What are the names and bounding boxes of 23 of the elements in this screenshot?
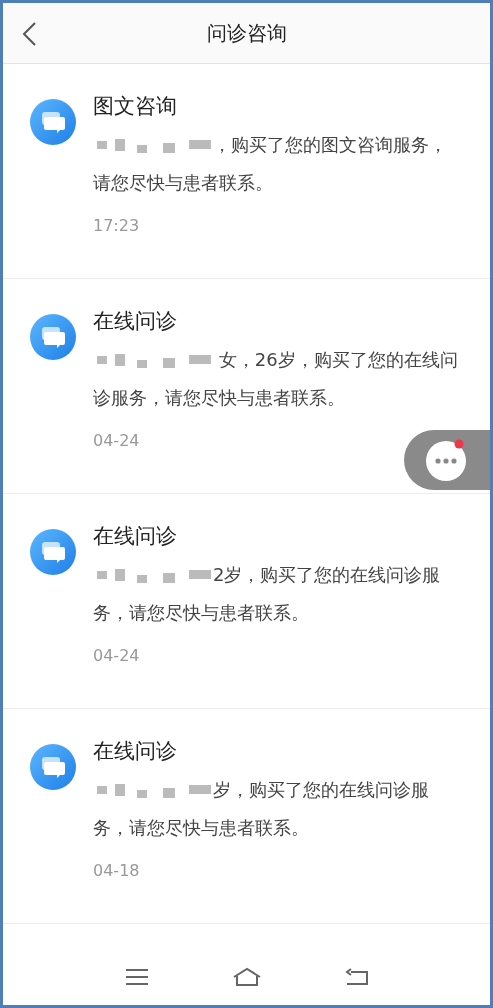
chat-icon xyxy=(29,313,77,361)
return-icon[interactable] xyxy=(344,968,369,986)
message-text: 岁，购买了您的在线问诊服务，请您尽快与患者联系。 xyxy=(93,778,430,840)
message-time: 17:23 xyxy=(93,216,141,235)
message-time: 04-18 xyxy=(93,861,141,880)
consult-type: 在线问诊 xyxy=(93,308,178,335)
menu-icon[interactable] xyxy=(124,968,149,986)
message-text: 女，26岁，购买了您的在线问诊服务，请您尽快与患者联系。 xyxy=(93,348,459,410)
message-text: ，购买了您的图文咨询服务，请您尽快与患者联系。 xyxy=(93,133,448,195)
chat-icon xyxy=(29,98,77,146)
back-icon[interactable] xyxy=(21,21,37,47)
message-time: 04-24 xyxy=(93,431,141,450)
consult-type: 图文咨询 xyxy=(93,93,178,120)
home-icon[interactable] xyxy=(231,967,262,987)
consult-type: 在线问诊 xyxy=(93,738,178,765)
chat-bubble-button[interactable] xyxy=(404,430,490,490)
message-text: 2岁，购买了您的在线问诊服务，请您尽快与患者联系。 xyxy=(93,563,442,625)
chat-icon xyxy=(29,528,77,576)
chat-dots-icon xyxy=(426,441,466,481)
chat-icon xyxy=(29,743,77,791)
message-time: 04-24 xyxy=(93,646,141,665)
consult-type: 在线问诊 xyxy=(93,523,178,550)
page-title: 问诊咨询 xyxy=(206,19,287,47)
